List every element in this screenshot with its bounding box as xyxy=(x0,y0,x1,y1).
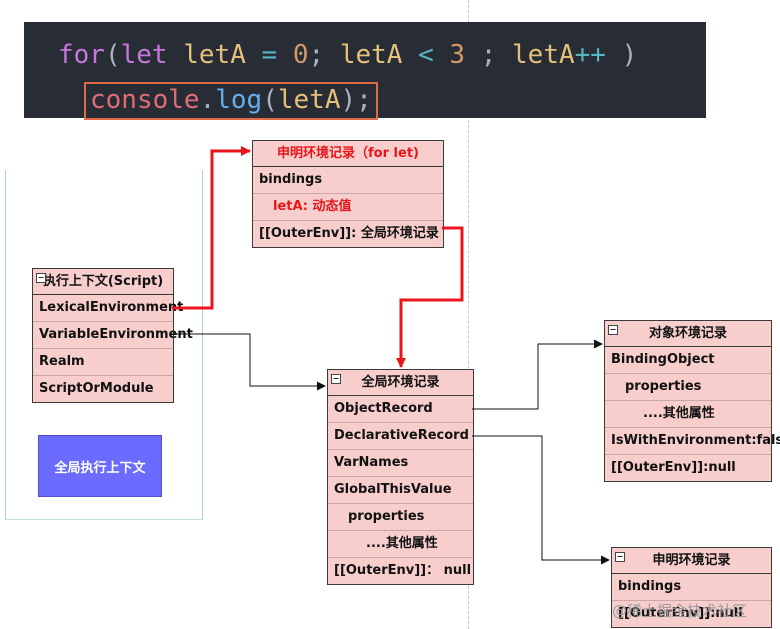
connector-arrows xyxy=(172,146,610,565)
watermark: @稀土掘金技术社区 xyxy=(612,602,748,620)
arrow-lexical-to-for-let xyxy=(172,146,251,310)
arrow-object-record xyxy=(472,339,603,410)
arrow-variable-to-global xyxy=(172,333,326,391)
arrow-declarative-record xyxy=(472,435,610,565)
arrow-for-let-outer-to-global xyxy=(396,226,464,368)
